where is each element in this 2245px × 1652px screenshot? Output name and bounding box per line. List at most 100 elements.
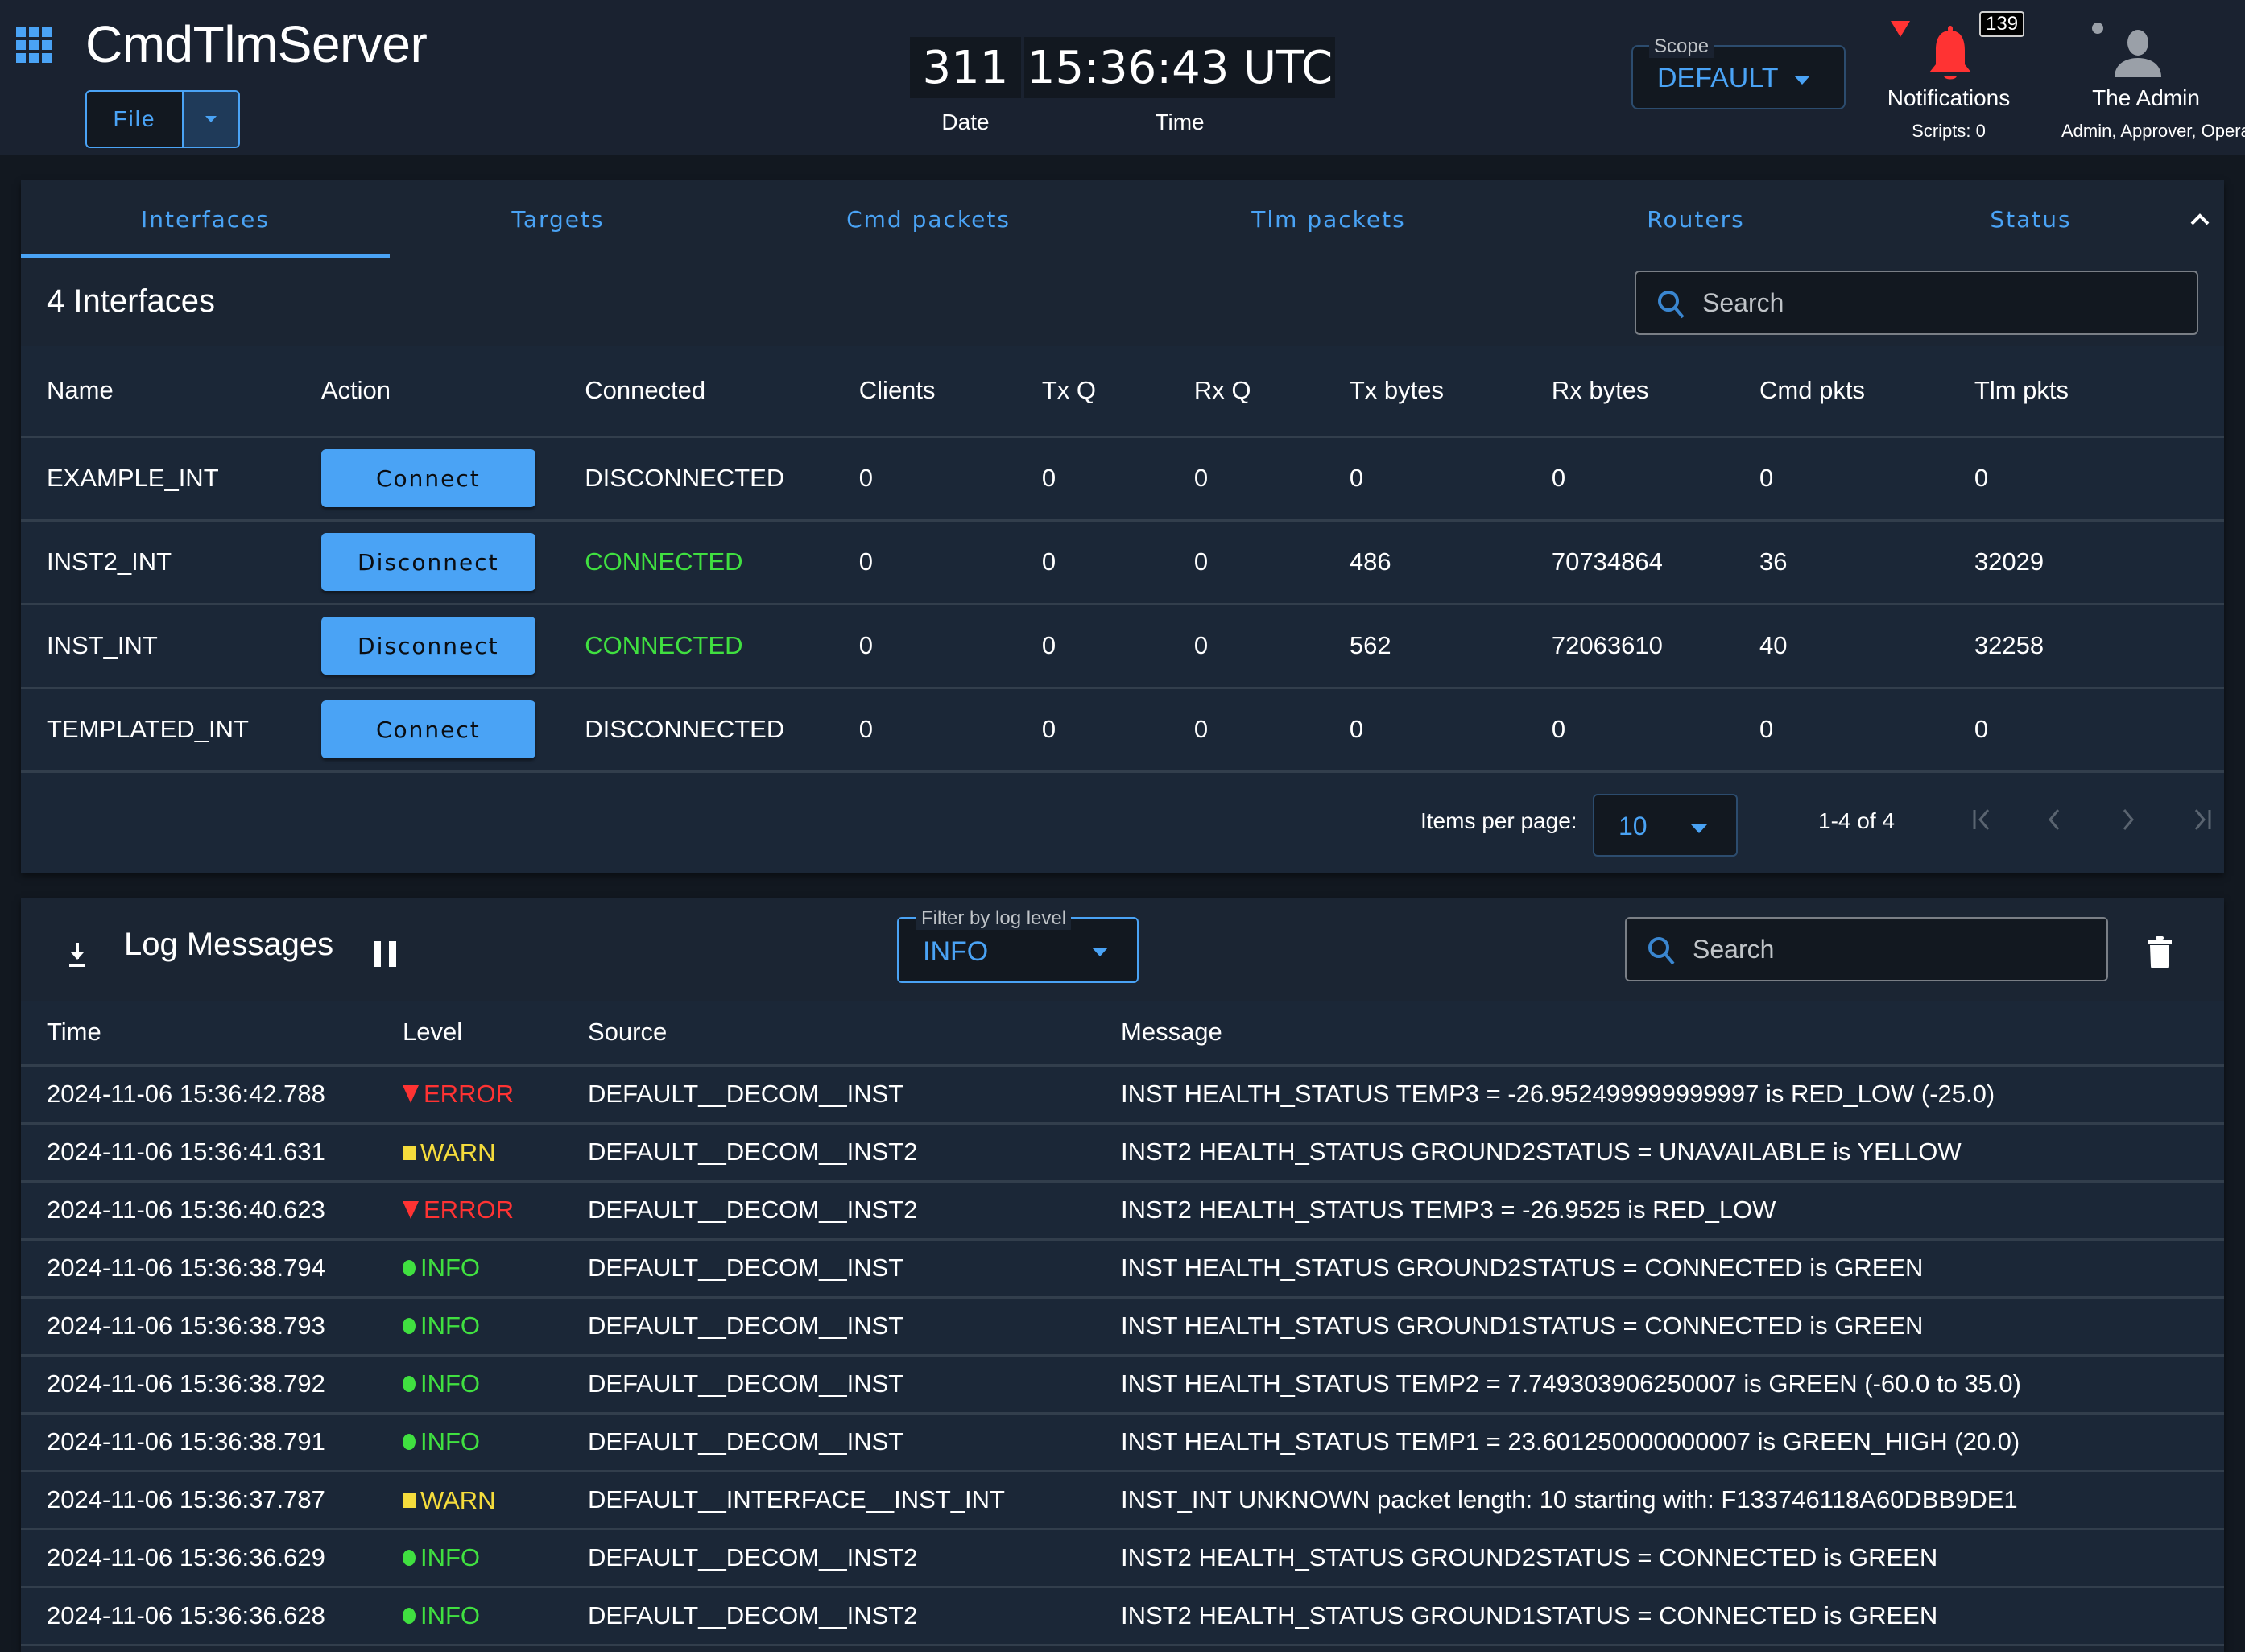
page-range: 1-4 of 4	[1818, 808, 1895, 833]
action-cell: Disconnect	[295, 604, 560, 689]
tab-interfaces[interactable]: Interfaces	[21, 180, 390, 258]
next-page-button[interactable]	[2110, 802, 2145, 837]
tx-bytes-value: 0	[1323, 688, 1526, 773]
column-header-tlm-pkts[interactable]: Tlm pkts	[1948, 346, 2224, 438]
level-indicator: INFO	[403, 1601, 480, 1630]
apps-grid-icon[interactable]	[16, 27, 52, 63]
log-row: 2024-11-06 15:36:38.791 INFO DEFAULT__DECO…	[21, 1413, 2224, 1472]
connect-button[interactable]: Connect	[320, 449, 535, 507]
tab-targets[interactable]: Targets	[390, 180, 726, 258]
log-level: ERROR	[377, 1065, 562, 1125]
pause-icon[interactable]	[374, 941, 396, 967]
user-avatar-icon[interactable]	[2110, 29, 2166, 77]
file-dropdown-button[interactable]	[182, 92, 238, 147]
file-button[interactable]: File	[87, 92, 182, 147]
column-header-level[interactable]: Level	[377, 1001, 562, 1067]
column-header-time[interactable]: Time	[21, 1001, 377, 1067]
user-name[interactable]: The Admin	[2061, 85, 2231, 111]
scope-value: DEFAULT	[1657, 63, 1779, 93]
status-dot	[2092, 23, 2103, 34]
column-header-source[interactable]: Source	[562, 1001, 1095, 1067]
column-header-action[interactable]: Action	[295, 346, 560, 438]
tab-routers[interactable]: Routers	[1527, 180, 1865, 258]
interfaces-search-input[interactable]	[1702, 272, 2182, 333]
column-header-message[interactable]: Message	[1095, 1001, 2224, 1067]
last-page-button[interactable]	[2184, 802, 2219, 837]
log-row: 2024-11-06 15:36:41.631 WARN DEFAULT__DECO…	[21, 1123, 2224, 1183]
column-header-name[interactable]: Name	[21, 346, 296, 438]
log-message: INST HEALTH_STATUS GROUND2STATUS = CONNE…	[1095, 1239, 2224, 1299]
log-level-filter[interactable]: Filter by log level INFO	[897, 907, 1139, 983]
column-header-connected[interactable]: Connected	[559, 346, 833, 438]
log-source: DEFAULT__DECOM__INST2	[562, 1123, 1095, 1183]
log-search[interactable]	[1625, 917, 2108, 981]
tab-tlm-packets[interactable]: Tlm packets	[1131, 180, 1527, 258]
log-time: 2024-11-06 15:36:41.631	[21, 1123, 377, 1183]
log-message: INST_INT UNKNOWN packet length: 10 start…	[1095, 1471, 2224, 1530]
interface-name: EXAMPLE_INT	[21, 436, 296, 522]
log-level: INFO	[377, 1587, 562, 1646]
notification-count-badge: 139	[1979, 11, 2025, 37]
scope-label: Scope	[1649, 35, 1714, 58]
log-row: 2024-11-06 15:36:38.793 INFO DEFAULT__DECO…	[21, 1297, 2224, 1357]
level-indicator: INFO	[403, 1543, 480, 1572]
level-text: INFO	[420, 1369, 481, 1398]
scope-select[interactable]: Scope DEFAULT	[1631, 35, 1846, 109]
chevron-up-icon[interactable]	[2184, 203, 2216, 235]
items-per-page-select[interactable]: 10	[1593, 794, 1738, 857]
app-title: CmdTlmServer	[85, 15, 428, 73]
interfaces-search[interactable]	[1635, 271, 2198, 335]
column-header-cmd-pkts[interactable]: Cmd pkts	[1734, 346, 1949, 438]
level-text: INFO	[420, 1543, 481, 1571]
log-message: INST HEALTH_STATUS GROUND1STATUS = CONNE…	[1095, 1297, 2224, 1357]
column-header-clients[interactable]: Clients	[833, 346, 1016, 438]
cmd-pkts-value: 0	[1734, 688, 1949, 773]
level-text: INFO	[420, 1311, 481, 1340]
log-time: 2024-11-06 15:36:40.623	[21, 1181, 377, 1241]
file-menu: File	[85, 90, 240, 148]
disconnect-button[interactable]: Disconnect	[320, 617, 535, 675]
log-time: 2024-11-06 15:36:37.787	[21, 1471, 377, 1530]
date-label: Date	[941, 109, 990, 134]
log-level: INFO	[377, 1297, 562, 1357]
interfaces-table: Name Action Connected Clients Tx Q Rx Q …	[21, 346, 2224, 773]
download-icon[interactable]	[63, 938, 92, 970]
log-level: WARN	[377, 1471, 562, 1530]
log-source: DEFAULT__DECOM__INST	[562, 1413, 1095, 1472]
log-time: 2024-11-06 15:36:38.793	[21, 1297, 377, 1357]
column-header-rx-bytes[interactable]: Rx bytes	[1525, 346, 1734, 438]
previous-page-button[interactable]	[2037, 802, 2073, 837]
log-level: ERROR	[377, 1181, 562, 1241]
action-cell: Connect	[295, 436, 560, 522]
tx-bytes-value: 0	[1323, 436, 1526, 522]
level-indicator: ERROR	[403, 1196, 514, 1225]
log-row: 2024-11-06 15:36:37.787 WARN DEFAULT__INTE…	[21, 1471, 2224, 1530]
log-message: INST2 HEALTH_STATUS TEMP3 = -26.9525 is …	[1095, 1181, 2224, 1241]
log-level: WARN	[377, 1123, 562, 1183]
tab-status[interactable]: Status	[1865, 180, 2197, 258]
log-level: INFO	[377, 1529, 562, 1588]
level-text: WARN	[420, 1138, 496, 1167]
log-time: 2024-11-06 15:36:38.791	[21, 1413, 377, 1472]
table-header-row: Name Action Connected Clients Tx Q Rx Q …	[21, 346, 2224, 438]
trash-icon[interactable]	[2147, 936, 2173, 968]
cmd-pkts-value: 36	[1734, 520, 1949, 605]
column-header-tx-bytes[interactable]: Tx bytes	[1323, 346, 1526, 438]
log-search-input[interactable]	[1693, 919, 2092, 980]
tlm-pkts-value: 32029	[1948, 520, 2224, 605]
info-dot-icon	[403, 1550, 416, 1566]
level-text: WARN	[420, 1485, 496, 1514]
info-dot-icon	[403, 1376, 416, 1392]
first-page-button[interactable]	[1965, 802, 2000, 837]
bell-icon[interactable]	[1926, 26, 1974, 82]
cmd-pkts-value: 0	[1734, 436, 1949, 522]
connect-button[interactable]: Connect	[320, 700, 535, 758]
disconnect-button[interactable]: Disconnect	[320, 533, 535, 591]
notifications-label[interactable]: Notifications	[1884, 85, 2013, 111]
column-header-tx-q[interactable]: Tx Q	[1015, 346, 1168, 438]
log-level: INFO	[377, 1239, 562, 1299]
tab-cmd-packets[interactable]: Cmd packets	[726, 180, 1131, 258]
column-header-rx-q[interactable]: Rx Q	[1168, 346, 1324, 438]
clients-value: 0	[833, 688, 1016, 773]
log-time: 2024-11-06 15:36:38.794	[21, 1239, 377, 1299]
